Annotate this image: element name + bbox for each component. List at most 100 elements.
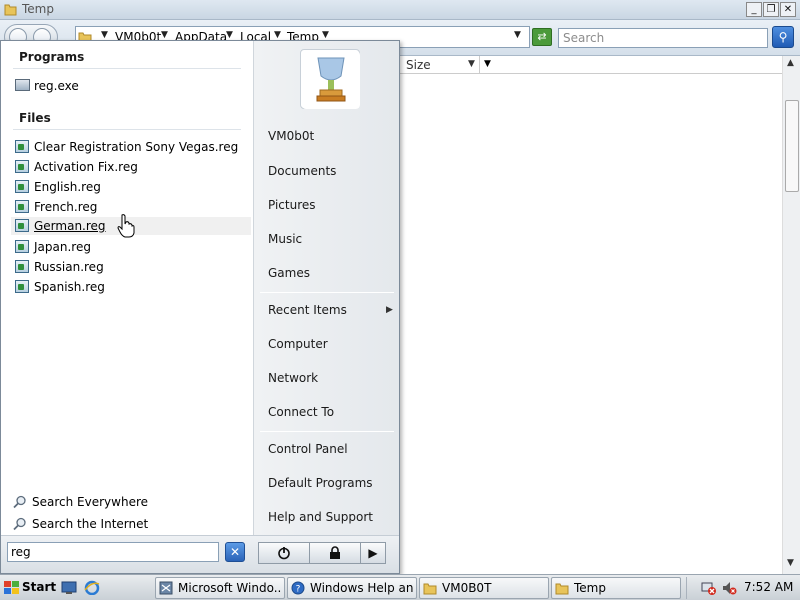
address-history-dropdown-icon[interactable]: ▼ (514, 30, 521, 40)
place-pictures[interactable]: Pictures (268, 198, 398, 212)
reg-file-icon (15, 160, 31, 174)
refresh-button[interactable]: ⇄ (532, 28, 552, 46)
program-item[interactable]: reg.exe (15, 77, 251, 95)
chevron-down-icon[interactable]: ▼ (484, 59, 491, 69)
file-item[interactable]: Russian.reg (15, 258, 251, 276)
chevron-down-icon[interactable]: ▼ (226, 30, 233, 40)
shutdown-options-button[interactable]: ▶ (360, 542, 386, 564)
start-menu-places: VM0b0t Documents Pictures Music Games Re… (253, 41, 399, 535)
search-internet-link[interactable]: Search the Internet (13, 516, 213, 534)
file-item[interactable]: Clear Registration Sony Vegas.reg (15, 138, 251, 156)
column-header-label: Size (406, 58, 431, 72)
taskbar-item[interactable]: VM0B0T (419, 577, 549, 599)
start-search-input[interactable]: reg (7, 542, 219, 562)
place-network[interactable]: Network (268, 371, 398, 385)
search-everywhere-label: Search Everywhere (32, 495, 148, 509)
place-recent-items[interactable]: Recent Items (268, 303, 398, 317)
scroll-up-icon[interactable]: ▲ (787, 58, 794, 68)
place-documents[interactable]: Documents (268, 164, 398, 178)
place-user-folder[interactable]: VM0b0t (268, 129, 398, 143)
clear-search-icon[interactable]: ✕ (225, 542, 245, 562)
network-disconnected-icon[interactable] (701, 580, 717, 596)
taskbar-item-label: VM0B0T (442, 581, 492, 595)
exe-icon (15, 79, 31, 93)
taskbar-item-label: Temp (574, 581, 606, 595)
search-icon[interactable]: ⚲ (772, 26, 794, 48)
file-item[interactable]: Activation Fix.reg (15, 158, 251, 176)
file-item-label: French.reg (34, 200, 98, 214)
place-default-programs[interactable]: Default Programs (268, 476, 398, 490)
app-icon (159, 581, 173, 595)
files-group-title: Files (19, 111, 51, 125)
start-button-label: Start (22, 580, 57, 594)
search-input[interactable]: Search (558, 28, 768, 48)
close-button[interactable]: ✕ (780, 2, 796, 17)
place-control-panel[interactable]: Control Panel (268, 442, 398, 456)
place-connect-to[interactable]: Connect To (268, 405, 398, 419)
start-button[interactable]: Start (2, 577, 57, 599)
reg-file-icon (15, 180, 31, 194)
reg-file-icon (15, 260, 31, 274)
power-button[interactable] (258, 542, 310, 564)
chevron-right-icon: ▶ (368, 546, 378, 560)
divider (260, 431, 394, 432)
file-item[interactable]: English.reg (15, 178, 251, 196)
reg-file-icon (15, 280, 31, 294)
taskbar-item[interactable]: ? Windows Help an... (287, 577, 417, 599)
taskbar-item[interactable]: Microsoft Windo... (155, 577, 285, 599)
power-icon (278, 547, 290, 560)
file-item-label: German.reg (34, 219, 106, 233)
windows-logo-icon (4, 581, 19, 594)
file-item-label: Clear Registration Sony Vegas.reg (34, 140, 239, 154)
clock[interactable]: 7:52 AM (744, 580, 793, 594)
chevron-down-icon[interactable]: ▼ (161, 30, 168, 40)
chevron-down-icon[interactable]: ▼ (322, 30, 329, 40)
chevron-down-icon[interactable]: ▼ (274, 30, 281, 40)
lock-button[interactable] (309, 542, 361, 564)
place-music[interactable]: Music (268, 232, 398, 246)
search-icon (13, 495, 26, 509)
column-header-row: Size ▼ ▼ (400, 56, 782, 74)
volume-muted-icon[interactable] (721, 580, 737, 596)
reg-file-icon (15, 200, 31, 214)
place-games[interactable]: Games (268, 266, 398, 280)
file-item-label: Spanish.reg (34, 280, 105, 294)
start-menu-results: Programs reg.exe Files Clear Registratio… (1, 41, 253, 535)
taskbar-item[interactable]: Temp (551, 577, 681, 599)
file-item[interactable]: Spanish.reg (15, 278, 251, 296)
reg-file-icon (15, 219, 31, 233)
programs-group-title: Programs (19, 50, 85, 64)
file-item[interactable]: Japan.reg (15, 238, 251, 256)
avatar[interactable] (300, 49, 360, 109)
window-title: Temp (22, 2, 54, 16)
folder-icon (423, 583, 437, 595)
lock-icon (330, 546, 340, 559)
internet-explorer-icon[interactable] (84, 580, 100, 595)
search-everywhere-link[interactable]: Search Everywhere (13, 494, 213, 512)
reg-file-icon (15, 240, 31, 254)
scrollbar-thumb[interactable] (785, 100, 799, 192)
search-icon (13, 517, 26, 531)
trophy-icon (302, 51, 360, 109)
window-title-bar[interactable]: Temp _ ❐ ✕ (0, 0, 800, 20)
system-tray: 7:52 AM (686, 577, 798, 599)
svg-text:?: ? (296, 585, 301, 595)
folder-icon (4, 4, 17, 16)
show-desktop-icon[interactable] (61, 580, 77, 595)
chevron-down-icon[interactable]: ▼ (101, 30, 108, 40)
divider (13, 68, 241, 69)
file-item-label: Japan.reg (34, 240, 91, 254)
file-item-label: Activation Fix.reg (34, 160, 138, 174)
maximize-button[interactable]: ❐ (763, 2, 779, 17)
minimize-button[interactable]: _ (746, 2, 762, 17)
vertical-scrollbar[interactable]: ▲ ▼ (782, 56, 800, 574)
taskbar: Start Microsoft Windo... ? Windows Help … (0, 574, 800, 600)
chevron-right-icon: ▶ (386, 305, 393, 315)
chevron-down-icon[interactable]: ▼ (468, 59, 475, 69)
column-header-size[interactable]: Size ▼ (400, 56, 480, 74)
scroll-down-icon[interactable]: ▼ (787, 558, 794, 568)
place-computer[interactable]: Computer (268, 337, 398, 351)
place-help-and-support[interactable]: Help and Support (268, 510, 398, 524)
divider (260, 292, 394, 293)
folder-icon (555, 583, 569, 595)
